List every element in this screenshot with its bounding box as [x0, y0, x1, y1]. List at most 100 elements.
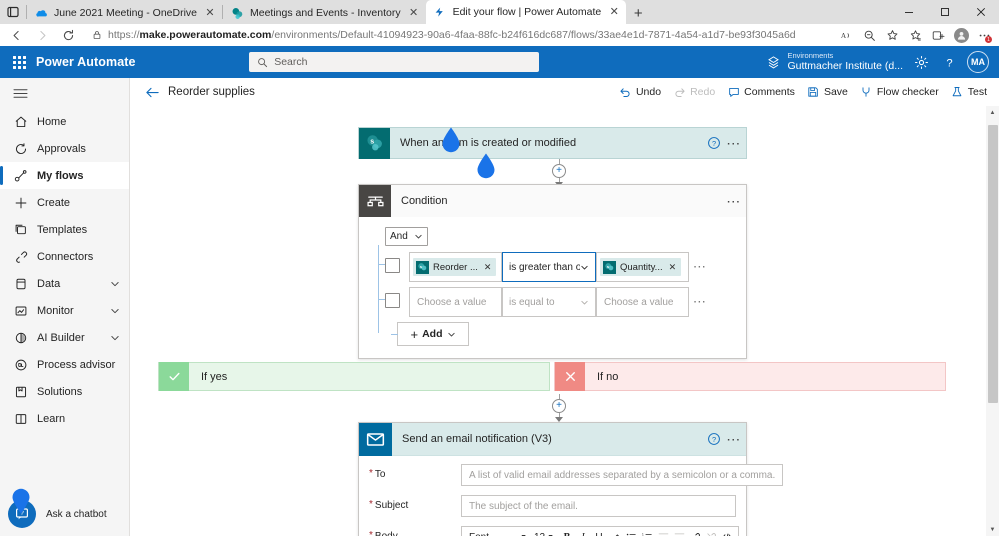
sidebar-item-ai-builder[interactable]: AI Builder — [0, 324, 129, 351]
numbered-list-icon[interactable]: 123 — [639, 529, 655, 536]
scroll-down-icon[interactable]: ▼ — [990, 523, 996, 536]
trigger-card[interactable]: s When an item is created or modified ? … — [358, 127, 747, 159]
trigger-node[interactable]: s When an item is created or modified ? … — [358, 127, 747, 159]
browser-tab-inventory[interactable]: Meetings and Events - Inventory ✕ — [223, 2, 426, 24]
row-checkbox[interactable] — [385, 258, 400, 273]
new-tab-button[interactable]: + — [626, 2, 650, 24]
address-bar[interactable]: https://make.powerautomate.com/environme… — [86, 26, 829, 44]
condition-left-value[interactable]: s Reorder ... ✕ — [409, 252, 502, 282]
condition-node[interactable]: Condition ⋯ And s Reorder ... ✕ is great… — [358, 184, 747, 359]
row-checkbox[interactable] — [385, 293, 400, 308]
row-menu-icon[interactable]: ⋯ — [689, 252, 711, 282]
browser-tab-power-automate[interactable]: Edit your flow | Power Automate ✕ — [425, 0, 627, 24]
condition-right-value[interactable]: s Quantity... ✕ — [596, 252, 689, 282]
email-card-header[interactable]: Send an email notification (V3) ? ⋯ — [359, 422, 746, 456]
row-menu-icon[interactable]: ⋯ — [689, 287, 711, 317]
branch-yes-node[interactable]: If yes — [158, 362, 550, 391]
hamburger-menu-icon[interactable] — [0, 78, 129, 108]
app-launcher-icon[interactable] — [10, 53, 28, 71]
add-condition-button[interactable]: + Add — [391, 322, 469, 346]
question-icon[interactable]: ? — [706, 135, 722, 151]
vertical-scrollbar[interactable]: ▲ ▼ — [986, 106, 999, 536]
chevron-down-icon[interactable] — [109, 305, 121, 317]
close-icon[interactable]: ✕ — [203, 6, 217, 20]
close-icon[interactable]: ✕ — [407, 6, 421, 20]
condition-header[interactable]: Condition ⋯ — [359, 185, 746, 217]
close-icon[interactable]: ✕ — [607, 5, 621, 19]
condition-operator-select[interactable]: is greater than or... — [502, 252, 596, 282]
to-input[interactable]: A list of valid email addresses separate… — [461, 464, 784, 486]
remove-token-icon[interactable]: ✕ — [667, 262, 679, 273]
branch-if-no[interactable]: If no — [554, 362, 946, 391]
scrollbar-track[interactable] — [986, 119, 999, 523]
email-card[interactable]: Send an email notification (V3) ? ⋯ * To — [358, 422, 784, 536]
condition-right-value[interactable]: Choose a value — [596, 287, 689, 317]
subject-input[interactable]: The subject of the email. — [461, 495, 736, 517]
question-icon[interactable]: ? — [939, 52, 959, 72]
text-color-icon[interactable] — [607, 529, 623, 536]
collections-icon[interactable] — [904, 25, 926, 45]
branch-no-node[interactable]: If no — [554, 362, 946, 391]
environment-selector[interactable]: Environments Guttmacher Institute (d... — [766, 51, 903, 73]
underline-icon[interactable]: U — [591, 529, 607, 536]
sidebar-item-monitor[interactable]: Monitor — [0, 297, 129, 324]
chevron-down-icon[interactable] — [109, 278, 121, 290]
save-button[interactable]: Save — [807, 86, 848, 99]
question-icon[interactable]: ? — [706, 431, 722, 447]
italic-icon[interactable]: I — [575, 529, 591, 536]
insert-step-button[interactable]: + — [552, 399, 566, 413]
ellipsis-icon[interactable]: ⋯ — [722, 428, 746, 450]
bullet-list-icon[interactable] — [623, 529, 639, 536]
dynamic-content-token[interactable]: s Reorder ... ✕ — [413, 258, 497, 276]
sidebar-item-data[interactable]: Data — [0, 270, 129, 297]
font-family-select[interactable]: Font ▼ — [465, 529, 531, 536]
sidebar-item-templates[interactable]: Templates — [0, 216, 129, 243]
search-input[interactable]: Search — [249, 52, 540, 72]
ellipsis-icon[interactable]: ⋯ — [722, 132, 746, 154]
zoom-out-icon[interactable] — [858, 25, 880, 45]
sidebar-item-create[interactable]: Create — [0, 189, 129, 216]
sidebar-item-approvals[interactable]: Approvals — [0, 135, 129, 162]
body-rich-text-editor[interactable]: Font ▼ 12 ▼ B I U — [461, 526, 739, 536]
condition-card[interactable]: Condition ⋯ And s Reorder ... ✕ is great… — [358, 184, 747, 359]
ellipsis-icon[interactable]: ⋯ — [722, 190, 746, 212]
bold-icon[interactable]: B — [559, 529, 575, 536]
sidebar-item-solutions[interactable]: Solutions — [0, 378, 129, 405]
font-size-select[interactable]: 12 ▼ — [531, 529, 559, 536]
settings-more-icon[interactable]: 1 — [973, 25, 995, 45]
profile-icon[interactable] — [950, 25, 972, 45]
read-aloud-icon[interactable]: A — [835, 25, 857, 45]
sidebar-item-connectors[interactable]: Connectors — [0, 243, 129, 270]
favorites-icon[interactable] — [881, 25, 903, 45]
scrollbar-thumb[interactable] — [987, 125, 998, 403]
undo-button[interactable]: Undo — [619, 86, 661, 99]
code-view-icon[interactable] — [719, 529, 735, 536]
email-action-node[interactable]: Send an email notification (V3) ? ⋯ * To — [358, 422, 784, 536]
condition-left-value[interactable]: Choose a value — [409, 287, 502, 317]
test-button[interactable]: Test — [951, 86, 987, 99]
dynamic-content-token[interactable]: s Quantity... ✕ — [600, 258, 682, 276]
insert-step-button[interactable]: + — [552, 164, 566, 178]
gear-icon[interactable] — [911, 52, 931, 72]
minimize-icon[interactable] — [891, 0, 927, 24]
remove-token-icon[interactable]: ✕ — [482, 262, 494, 273]
back-icon[interactable] — [4, 25, 28, 45]
sidebar-item-my-flows[interactable]: My flows — [0, 162, 129, 189]
user-avatar[interactable]: MA — [967, 51, 989, 73]
tab-manager-icon[interactable] — [0, 0, 26, 24]
reload-icon[interactable] — [56, 25, 80, 45]
close-icon[interactable] — [963, 0, 999, 24]
link-icon[interactable] — [687, 529, 703, 536]
scroll-up-icon[interactable]: ▲ — [990, 106, 996, 119]
comments-button[interactable]: Comments — [727, 86, 795, 99]
sidebar-item-home[interactable]: Home — [0, 108, 129, 135]
branch-if-yes[interactable]: If yes — [158, 362, 550, 391]
arrow-left-icon[interactable] — [142, 82, 162, 102]
browser-essentials-icon[interactable] — [927, 25, 949, 45]
sidebar-item-learn[interactable]: Learn — [0, 405, 129, 432]
browser-tab-onedrive[interactable]: June 2021 Meeting - OneDrive ✕ — [27, 2, 222, 24]
maximize-icon[interactable] — [927, 0, 963, 24]
sidebar-item-process-advisor[interactable]: Process advisor — [0, 351, 129, 378]
logic-operator-select[interactable]: And — [385, 227, 428, 246]
chevron-down-icon[interactable] — [109, 332, 121, 344]
